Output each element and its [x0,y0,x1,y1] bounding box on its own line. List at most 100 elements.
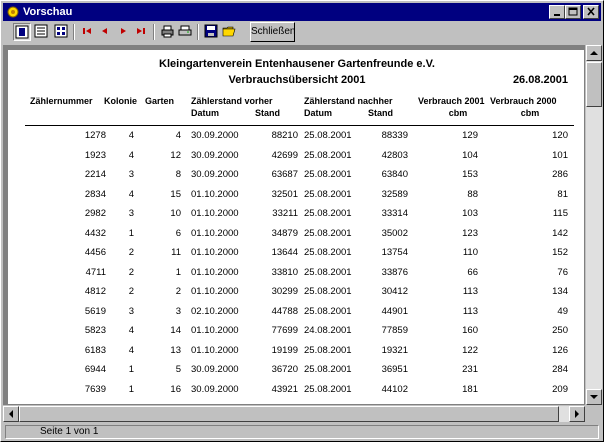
cell-colony: 4 [128,149,134,161]
cell-after-value: 35002 [381,227,408,239]
cell-after-value: 36951 [381,364,408,375]
cell-after-date: 25.08.2001 [304,286,352,297]
cell-after-value: 13754 [381,247,408,258]
cell-use2000: 81 [557,188,568,200]
cell-colony: 4 [128,344,134,356]
toolbar: Schließen [3,22,601,44]
cell-use2001: 122 [462,344,478,356]
close-preview-button[interactable]: Schließen [250,22,295,42]
toolbar-separator [73,24,75,40]
cell-use2001: 160 [462,325,478,336]
save-icon [204,24,218,38]
col-header-colony: Kolonie [104,96,137,106]
cell-colony: 1 [128,227,134,239]
maximize-icon [568,7,578,16]
cell-after-date: 25.08.2001 [304,266,352,278]
window-title: Vorschau [23,6,73,18]
cell-after-value: 33876 [381,266,408,278]
scroll-left-button[interactable] [3,406,19,422]
cell-use2001: 113 [462,286,478,297]
cell-use2000: 250 [552,325,568,336]
scroll-down-button[interactable] [586,389,602,405]
cell-before-date: 01.10.2000 [191,227,239,239]
multi-page-view-button[interactable] [53,23,71,41]
scroll-up-button[interactable] [586,45,602,61]
cell-after-date: 25.08.2001 [304,227,352,239]
scroll-right-button[interactable] [569,406,585,422]
cell-garden: 5 [175,364,181,375]
table-row: 1923 4 12 30.09.2000 42699 25.08.2001 42803 104… [8,149,584,164]
col-header-before-date: Datum [191,108,220,118]
arrow-left-icon [9,410,13,418]
maximize-button[interactable] [565,5,581,19]
cell-before-value: 77699 [271,325,298,336]
cell-use2001: 88 [467,188,478,200]
last-page-icon [137,28,145,34]
cell-meter: 4432 [84,227,106,239]
cell-use2001: 123 [462,227,478,239]
last-page-button[interactable] [133,23,151,41]
open-icon [222,26,236,37]
full-page-view-button[interactable] [33,23,51,41]
cell-use2001: 231 [462,364,478,375]
cell-before-date: 01.10.2000 [191,247,239,258]
table-row: 6183 4 13 01.10.2000 19199 25.08.2001 19321 122… [8,344,584,359]
cell-garden: 4 [175,130,181,141]
horizontal-scroll-thumb[interactable] [19,406,559,422]
cell-garden: 11 [171,247,181,258]
preview-viewport[interactable]: Kleingartenverein Entenhausener Gartenfr… [3,45,585,405]
cell-garden: 1 [175,266,181,278]
cell-before-value: 42699 [271,149,298,161]
vertical-scrollbar[interactable] [586,45,602,405]
minimize-icon [554,14,560,16]
cell-after-value: 35613 [360,403,408,404]
col-header-after-value: Stand [368,108,394,118]
cell-after-date: 25.08.2001 [304,149,352,161]
one-page-view-button[interactable] [13,23,31,41]
first-page-button[interactable] [79,23,97,41]
cell-before-value: 33211 [272,208,298,219]
cell-garden: 12 [170,149,181,161]
cell-meter: 4711 [85,266,106,278]
cell-before-value: 33810 [271,266,298,278]
minimize-button[interactable] [549,5,565,19]
previous-page-button[interactable] [97,23,115,41]
horizontal-scrollbar[interactable] [3,406,585,422]
cell-use2000: 49 [557,305,568,317]
cell-before-value: 36720 [271,364,298,375]
table-row: 4812 2 2 01.10.2000 30299 25.08.2001 30412 113 1… [8,286,584,300]
table-row: 1278 4 4 30.09.2000 88210 25.08.2001 88339 129 1… [8,130,584,144]
col-header-use2000-unit: cbm [520,108,540,118]
cell-meter: 6183 [84,344,106,356]
col-header-use2001: Verbrauch 2001 [418,96,485,106]
next-page-button[interactable] [115,23,133,41]
print-button[interactable] [177,23,195,41]
scrollbar-corner [586,406,602,422]
cell-use2000: 76 [557,266,568,278]
printer-setup-button[interactable] [159,23,177,41]
full-page-view-icon [34,24,48,38]
cell-meter: 8744 [48,403,106,404]
cell-before-value: 30299 [271,286,298,297]
vertical-scroll-thumb[interactable] [586,62,602,107]
cell-use2001: 129 [462,130,478,141]
title-bar[interactable]: Vorschau [3,3,601,21]
next-page-icon [121,28,126,34]
close-window-button[interactable] [583,5,599,19]
cell-colony: 2 [128,247,134,258]
cell-after-value: 88339 [381,130,408,141]
col-header-after: Zählerstand nachher [304,96,393,106]
cell-meter: 5619 [84,305,106,317]
save-button[interactable] [203,23,221,41]
arrow-right-icon [575,410,579,418]
cell-use2001: 181 [462,383,478,395]
cell-after-value: 77859 [381,325,408,336]
cell-before-date: 01.10.2000 [191,188,239,200]
multi-page-view-icon [54,24,68,38]
cell-colony: 2 [128,286,134,297]
open-button[interactable] [221,23,239,41]
cell-colony: 4 [128,188,134,200]
cell-use2001: 113 [462,305,478,317]
cell-use2001: 102 [428,403,478,404]
table-row: 2834 4 15 01.10.2000 32501 25.08.2001 32589 88 8… [8,188,584,203]
